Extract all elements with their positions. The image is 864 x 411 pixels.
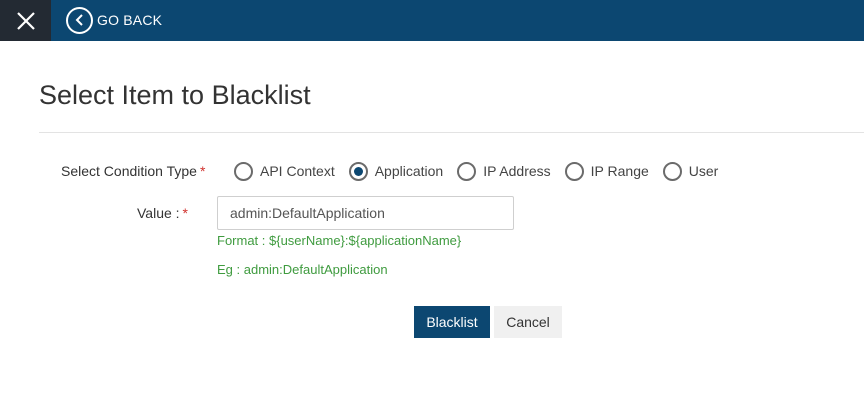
radio-application[interactable]: Application [348,161,444,181]
chevron-left-icon [75,14,83,26]
value-label-text: Value : [137,205,180,221]
radio-ip-range[interactable]: IP Range [564,161,649,181]
condition-type-radio-group: API Context Application IP Address IP Ra… [234,160,732,182]
radio-circle[interactable] [457,161,477,181]
radio-selected-dot [353,166,363,176]
go-back-button[interactable]: GO BACK [66,6,162,34]
radio-label: IP Address [483,163,551,179]
back-circle [66,6,93,34]
title-divider [39,132,864,133]
radio-label: API Context [260,163,335,179]
example-hint: Eg : admin:DefaultApplication [217,262,388,277]
radio-user[interactable]: User [662,161,719,181]
cancel-button[interactable]: Cancel [494,306,562,338]
value-input[interactable] [217,196,514,230]
radio-label: IP Range [590,163,649,179]
condition-type-label-text: Select Condition Type [61,163,197,179]
radio-circle-selected[interactable] [348,161,368,181]
required-mark: * [182,205,188,221]
radio-label: Application [374,163,444,179]
top-bar: GO BACK [0,0,864,41]
blacklist-button[interactable]: Blacklist [414,306,490,338]
radio-label: User [688,163,719,179]
radio-circle[interactable] [234,161,253,181]
radio-circle[interactable] [564,161,584,181]
close-button[interactable] [0,0,51,41]
condition-type-label: Select Condition Type * [61,163,205,179]
format-hint: Format : ${userName}:${applicationName} [217,233,462,248]
radio-circle[interactable] [662,161,682,181]
radio-ip-address[interactable]: IP Address [457,161,551,181]
go-back-label: GO BACK [97,12,163,28]
value-label: Value : * [137,205,188,221]
required-mark: * [199,163,206,179]
radio-api-context[interactable]: API Context [234,161,335,181]
close-icon [16,11,35,30]
page-title: Select Item to Blacklist [39,80,311,110]
